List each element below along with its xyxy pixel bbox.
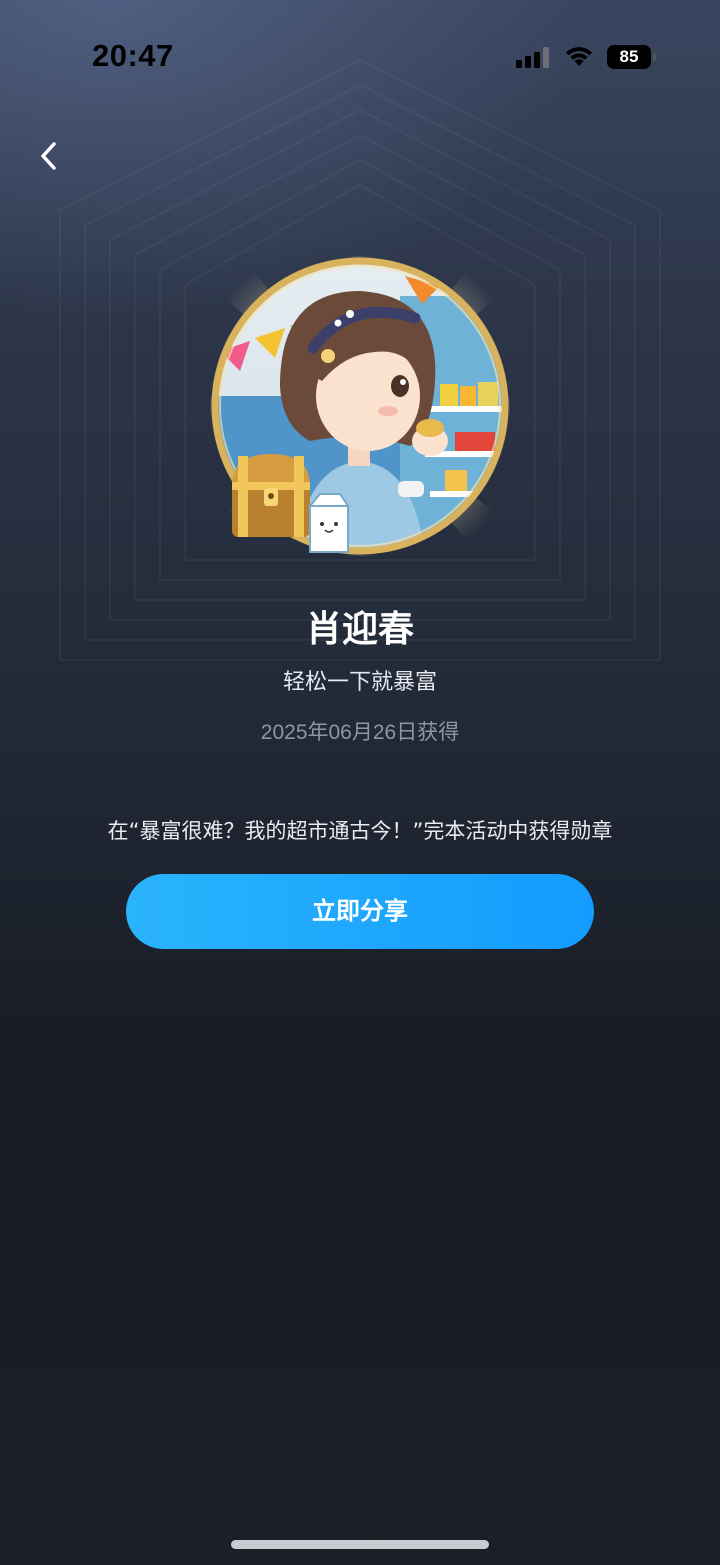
- badge-illustration: [210, 256, 510, 556]
- chevron-left-icon: [41, 142, 56, 170]
- battery-level: 85: [619, 47, 639, 66]
- status-bar: 20:47 85: [0, 0, 720, 110]
- status-time: 20:47: [92, 38, 174, 73]
- treasure-chest-icon: [232, 454, 310, 537]
- home-indicator[interactable]: [231, 1540, 489, 1549]
- signal-icon: [516, 47, 549, 68]
- battery-icon: 85: [607, 45, 657, 69]
- wifi-icon: [566, 47, 592, 66]
- share-button[interactable]: 立即分享: [126, 874, 594, 949]
- badge-medal: [210, 256, 510, 556]
- badge-title: 肖迎春: [305, 609, 414, 650]
- badge-description: 在“暴富很难？我的超市通古今！”完本活动中获得勋章: [107, 819, 613, 843]
- badge-subtitle: 轻松一下就暴富: [282, 670, 437, 695]
- back-button[interactable]: [28, 134, 72, 178]
- milk-carton-icon: [307, 493, 350, 553]
- badge-date: 2025年06月26日获得: [260, 721, 460, 744]
